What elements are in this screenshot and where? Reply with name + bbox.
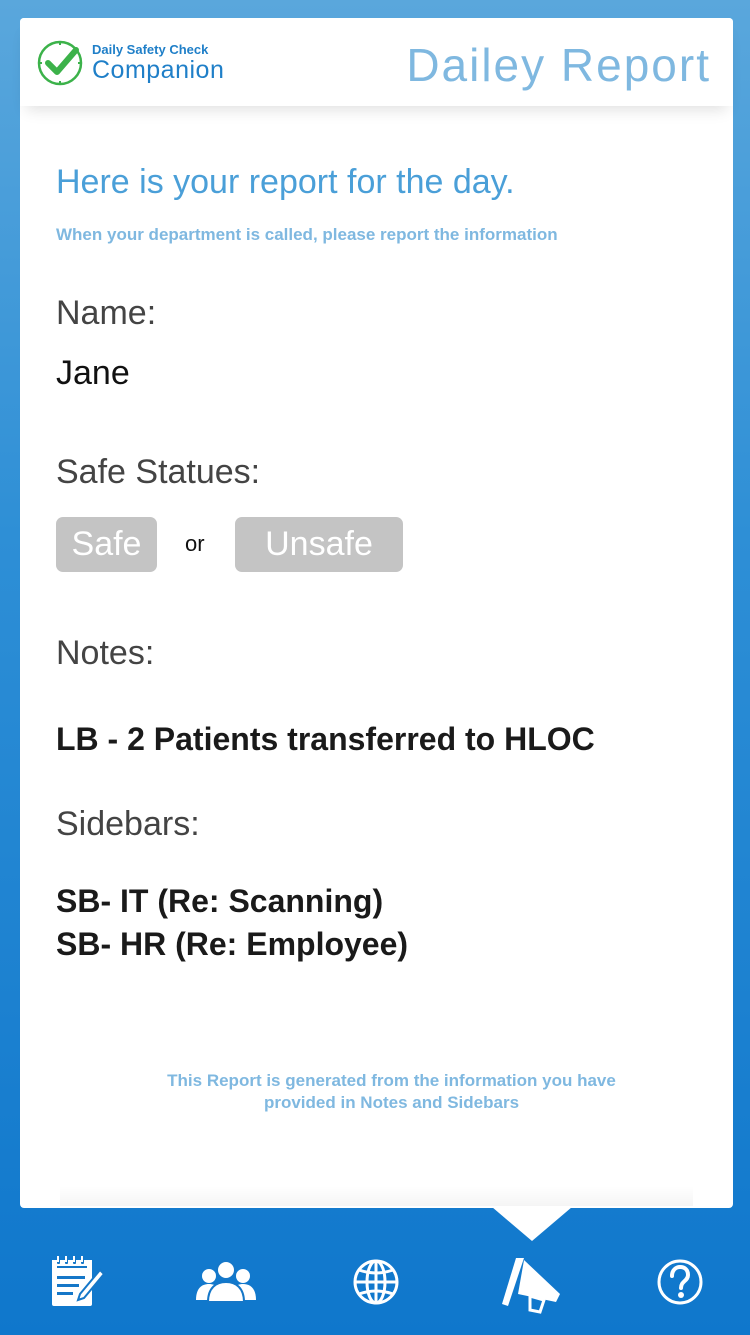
card-divider bbox=[60, 1186, 693, 1206]
safe-button[interactable]: Safe bbox=[56, 517, 157, 572]
report-card: Daily Safety Check Companion Dailey Repo… bbox=[20, 18, 733, 1208]
footer-line: This Report is generated from the inform… bbox=[167, 1071, 616, 1090]
notes-label: Notes: bbox=[56, 634, 155, 672]
report-footer-note: This Report is generated from the inform… bbox=[20, 1070, 750, 1114]
nav-globe[interactable] bbox=[344, 1250, 408, 1314]
status-label: Safe Statues: bbox=[56, 453, 261, 491]
name-value: Jane bbox=[56, 354, 130, 392]
help-icon bbox=[657, 1259, 703, 1305]
unsafe-button[interactable]: Unsafe bbox=[235, 517, 403, 572]
nav-report[interactable] bbox=[500, 1250, 564, 1314]
app-header: Daily Safety Check Companion Dailey Repo… bbox=[20, 18, 733, 106]
nav-notes[interactable] bbox=[44, 1250, 108, 1314]
people-icon bbox=[196, 1260, 256, 1303]
nav-people[interactable] bbox=[194, 1250, 258, 1314]
logo-title: Companion bbox=[92, 56, 225, 84]
sidebar-item: SB- HR (Re: Employee) bbox=[56, 926, 409, 962]
sidebar-item: SB- IT (Re: Scanning) bbox=[56, 883, 384, 919]
name-label: Name: bbox=[56, 294, 157, 332]
nav-help[interactable] bbox=[648, 1250, 712, 1314]
or-text: or bbox=[185, 531, 205, 556]
report-instructions: When your department is called, please r… bbox=[56, 225, 558, 244]
report-intro: Here is your report for the day. bbox=[56, 163, 515, 201]
notes-icon bbox=[52, 1256, 106, 1306]
active-tab-pointer bbox=[492, 1207, 572, 1241]
page-title: Dailey Report bbox=[406, 39, 711, 91]
megaphone-icon bbox=[502, 1258, 560, 1314]
logo-subtitle: Daily Safety Check bbox=[92, 42, 209, 57]
sidebars-label: Sidebars: bbox=[56, 805, 200, 843]
globe-icon bbox=[353, 1259, 399, 1305]
footer-line: provided in Notes and Sidebars bbox=[263, 1093, 520, 1112]
check-logo-icon bbox=[37, 40, 83, 86]
notes-value: LB - 2 Patients transferred to HLOC bbox=[56, 721, 595, 757]
